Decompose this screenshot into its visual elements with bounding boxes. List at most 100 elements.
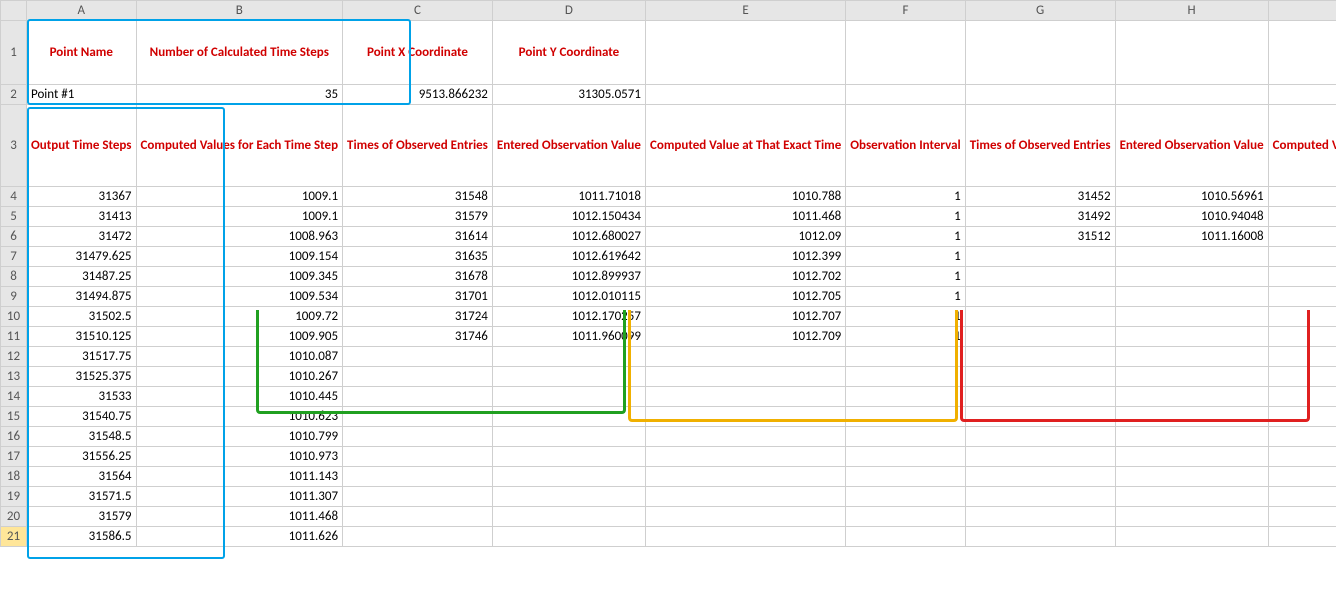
cell-B12[interactable]: 1010.087 <box>136 347 343 367</box>
cell-C9[interactable]: 31701 <box>343 287 493 307</box>
cell-I9[interactable] <box>1268 287 1336 307</box>
cell-B13[interactable]: 1010.267 <box>136 367 343 387</box>
cell-A17[interactable]: 31556.25 <box>27 447 137 467</box>
cell-B1[interactable]: Number of Calculated Time Steps <box>136 21 343 85</box>
cell-H14[interactable] <box>1115 387 1268 407</box>
cell-I12[interactable] <box>1268 347 1336 367</box>
col-header-C[interactable]: C <box>343 1 493 21</box>
cell-D21[interactable] <box>492 527 645 547</box>
cell-H20[interactable] <box>1115 507 1268 527</box>
cell-A9[interactable]: 31494.875 <box>27 287 137 307</box>
cell-G2[interactable] <box>965 85 1115 105</box>
cell-A11[interactable]: 31510.125 <box>27 327 137 347</box>
cell-C20[interactable] <box>343 507 493 527</box>
cell-A7[interactable]: 31479.625 <box>27 247 137 267</box>
cell-G16[interactable] <box>965 427 1115 447</box>
cell-A19[interactable]: 31571.5 <box>27 487 137 507</box>
cell-F19[interactable] <box>846 487 965 507</box>
row-header-7[interactable]: 7 <box>1 247 27 267</box>
row-header-8[interactable]: 8 <box>1 267 27 287</box>
cell-B11[interactable]: 1009.905 <box>136 327 343 347</box>
cell-C7[interactable]: 31635 <box>343 247 493 267</box>
row-header-15[interactable]: 15 <box>1 407 27 427</box>
cell-I10[interactable] <box>1268 307 1336 327</box>
cell-G8[interactable] <box>965 267 1115 287</box>
cell-G14[interactable] <box>965 387 1115 407</box>
cell-C1[interactable]: Point X Coordinate <box>343 21 493 85</box>
cell-A6[interactable]: 31472 <box>27 227 137 247</box>
spreadsheet-grid[interactable]: A B C D E F G H I J K L M N O 1 Point Na… <box>0 0 1336 547</box>
cell-A3[interactable]: Output Time Steps <box>27 105 137 187</box>
cell-E8[interactable]: 1012.702 <box>645 267 845 287</box>
cell-D8[interactable]: 1012.899937 <box>492 267 645 287</box>
cell-G3[interactable]: Times of Observed Entries <box>965 105 1115 187</box>
cell-E9[interactable]: 1012.705 <box>645 287 845 307</box>
cell-G21[interactable] <box>965 527 1115 547</box>
cell-G17[interactable] <box>965 447 1115 467</box>
cell-H12[interactable] <box>1115 347 1268 367</box>
cell-C21[interactable] <box>343 527 493 547</box>
cell-F1[interactable] <box>846 21 965 85</box>
cell-G13[interactable] <box>965 367 1115 387</box>
cell-E12[interactable] <box>645 347 845 367</box>
cell-C2[interactable]: 9513.866232 <box>343 85 493 105</box>
cell-D9[interactable]: 1012.010115 <box>492 287 645 307</box>
cell-H15[interactable] <box>1115 407 1268 427</box>
cell-H2[interactable] <box>1115 85 1268 105</box>
cell-B3[interactable]: Computed Values for Each Time Step <box>136 105 343 187</box>
row-header-3[interactable]: 3 <box>1 105 27 187</box>
row-header-13[interactable]: 13 <box>1 367 27 387</box>
cell-F14[interactable] <box>846 387 965 407</box>
cell-C14[interactable] <box>343 387 493 407</box>
cell-C12[interactable] <box>343 347 493 367</box>
cell-A16[interactable]: 31548.5 <box>27 427 137 447</box>
col-header-B[interactable]: B <box>136 1 343 21</box>
cell-D3[interactable]: Entered Observation Value <box>492 105 645 187</box>
cell-H7[interactable] <box>1115 247 1268 267</box>
cell-D6[interactable]: 1012.680027 <box>492 227 645 247</box>
cell-G10[interactable] <box>965 307 1115 327</box>
cell-B8[interactable]: 1009.345 <box>136 267 343 287</box>
cell-F18[interactable] <box>846 467 965 487</box>
cell-H1[interactable] <box>1115 21 1268 85</box>
cell-I1[interactable] <box>1268 21 1336 85</box>
cell-F16[interactable] <box>846 427 965 447</box>
cell-A1[interactable]: Point Name <box>27 21 137 85</box>
cell-E10[interactable]: 1012.707 <box>645 307 845 327</box>
cell-H18[interactable] <box>1115 467 1268 487</box>
cell-D10[interactable]: 1012.170257 <box>492 307 645 327</box>
row-header-18[interactable]: 18 <box>1 467 27 487</box>
cell-G15[interactable] <box>965 407 1115 427</box>
cell-B4[interactable]: 1009.1 <box>136 187 343 207</box>
cell-C11[interactable]: 31746 <box>343 327 493 347</box>
select-all-corner[interactable] <box>1 1 27 21</box>
cell-F7[interactable]: 1 <box>846 247 965 267</box>
cell-I11[interactable] <box>1268 327 1336 347</box>
row-header-12[interactable]: 12 <box>1 347 27 367</box>
cell-A4[interactable]: 31367 <box>27 187 137 207</box>
cell-C16[interactable] <box>343 427 493 447</box>
cell-D19[interactable] <box>492 487 645 507</box>
cell-D7[interactable]: 1012.619642 <box>492 247 645 267</box>
cell-F12[interactable] <box>846 347 965 367</box>
cell-B15[interactable]: 1010.623 <box>136 407 343 427</box>
row-header-9[interactable]: 9 <box>1 287 27 307</box>
cell-H6[interactable]: 1011.16008 <box>1115 227 1268 247</box>
cell-F4[interactable]: 1 <box>846 187 965 207</box>
cell-A21[interactable]: 31586.5 <box>27 527 137 547</box>
cell-G1[interactable] <box>965 21 1115 85</box>
cell-D2[interactable]: 31305.0571 <box>492 85 645 105</box>
row-header-19[interactable]: 19 <box>1 487 27 507</box>
cell-G7[interactable] <box>965 247 1115 267</box>
cell-G18[interactable] <box>965 467 1115 487</box>
cell-E1[interactable] <box>645 21 845 85</box>
cell-I7[interactable] <box>1268 247 1336 267</box>
col-header-F[interactable]: F <box>846 1 965 21</box>
cell-E14[interactable] <box>645 387 845 407</box>
cell-B21[interactable]: 1011.626 <box>136 527 343 547</box>
cell-B10[interactable]: 1009.72 <box>136 307 343 327</box>
cell-I8[interactable] <box>1268 267 1336 287</box>
cell-I6[interactable]: 1009.95 <box>1268 227 1336 247</box>
row-header-21[interactable]: 21 <box>1 527 27 547</box>
row-header-5[interactable]: 5 <box>1 207 27 227</box>
